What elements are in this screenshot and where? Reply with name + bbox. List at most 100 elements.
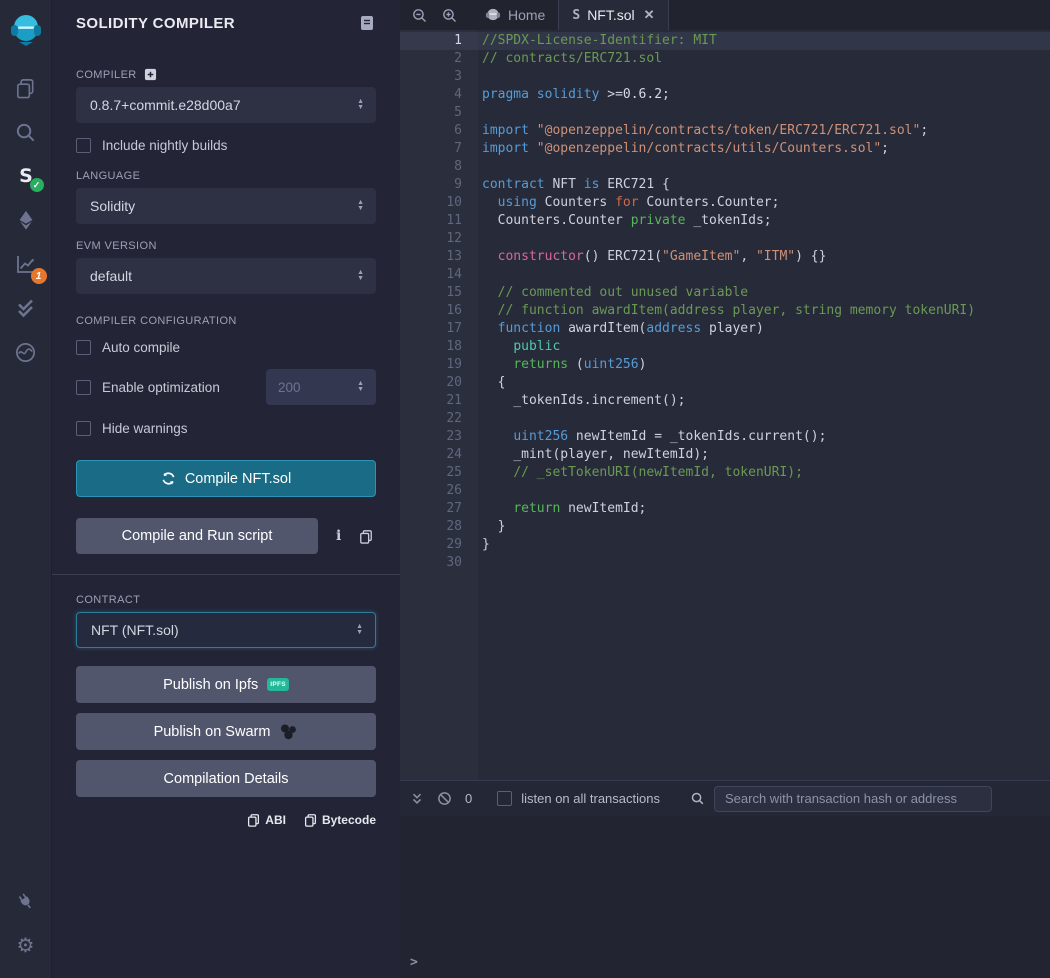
code-line[interactable]: 5 [400,104,1050,122]
code-line[interactable]: 18 public [400,338,1050,356]
code-line[interactable]: 21 _tokenIds.increment(); [400,392,1050,410]
chevron-updown-icon: ▲▼ [357,200,364,212]
code-line[interactable]: 25 // _setTokenURI(newItemId, tokenURI); [400,464,1050,482]
statistics-icon[interactable]: 1 [8,242,44,286]
close-tab-icon[interactable]: ✕ [644,7,655,23]
enable-optimization-label: Enable optimization [102,380,220,395]
enable-optimization-checkbox[interactable] [76,380,91,395]
collapse-terminal-icon[interactable] [410,792,424,806]
code-text [478,554,1050,572]
evm-version-select[interactable]: default ▲▼ [76,258,376,294]
code-line[interactable]: 6import "@openzeppelin/contracts/token/E… [400,122,1050,140]
code-text [478,482,1050,500]
line-number: 2 [400,50,478,68]
code-line[interactable]: 3 [400,68,1050,86]
code-line[interactable]: 22 [400,410,1050,428]
line-number: 9 [400,176,478,194]
code-line[interactable]: 9contract NFT is ERC721 { [400,176,1050,194]
code-line[interactable]: 4pragma solidity >=0.6.2; [400,86,1050,104]
transaction-search-input[interactable] [714,786,992,812]
code-line[interactable]: 19 returns (uint256) [400,356,1050,374]
code-text: returns (uint256) [478,356,1050,374]
code-text [478,158,1050,176]
add-compiler-icon[interactable] [144,68,157,81]
statistics-badge: 1 [31,268,47,284]
compilation-details-button[interactable]: Compilation Details [76,760,376,797]
code-line[interactable]: 26 [400,482,1050,500]
zoom-in-icon[interactable] [434,0,464,30]
compile-button[interactable]: Compile NFT.sol [76,460,376,497]
code-text: using Counters for Counters.Counter; [478,194,1050,212]
zoom-out-icon[interactable] [404,0,434,30]
plugin-manager-icon[interactable] [8,880,44,924]
code-line[interactable]: 10 using Counters for Counters.Counter; [400,194,1050,212]
nightly-builds-checkbox[interactable] [76,138,91,153]
search-icon[interactable] [8,110,44,154]
code-line[interactable]: 28 } [400,518,1050,536]
code-line[interactable]: 8 [400,158,1050,176]
info-icon[interactable]: i [336,528,341,544]
code-line[interactable]: 15 // commented out unused variable [400,284,1050,302]
clear-console-icon[interactable] [437,791,452,806]
language-select[interactable]: Solidity ▲▼ [76,188,376,224]
code-line[interactable]: 11 Counters.Counter private _tokenIds; [400,212,1050,230]
tab-nft-sol[interactable]: S NFT.sol ✕ [558,0,668,30]
side-panel: SOLIDITY COMPILER COMPILER [52,0,400,978]
docs-icon[interactable] [358,14,376,32]
code-line[interactable]: 13 constructor() ERC721("GameItem", "ITM… [400,248,1050,266]
code-line[interactable]: 20 { [400,374,1050,392]
line-number: 11 [400,212,478,230]
code-text: import "@openzeppelin/contracts/token/ER… [478,122,1050,140]
code-text: constructor() ERC721("GameItem", "ITM") … [478,248,1050,266]
remix-logo [9,13,43,47]
file-explorer-icon[interactable] [8,66,44,110]
evm-version-label: EVM VERSION [76,240,376,252]
line-number: 26 [400,482,478,500]
terminal-output[interactable]: > [400,816,1050,978]
remix-logo-icon[interactable] [8,6,44,54]
code-text: Counters.Counter private _tokenIds; [478,212,1050,230]
copy-abi-button[interactable]: ABI [247,813,286,827]
code-line[interactable]: 29} [400,536,1050,554]
copy-icon[interactable] [359,529,373,544]
listen-transactions-checkbox[interactable] [497,791,512,806]
compiler-version-select[interactable]: 0.8.7+commit.e28d00a7 ▲▼ [76,87,376,123]
publish-ipfs-button[interactable]: Publish on Ipfs IPFS [76,666,376,703]
unit-testing-icon[interactable] [8,286,44,330]
tab-home[interactable]: Home [472,0,558,30]
code-editor[interactable]: 1//SPDX-License-Identifier: MIT2// contr… [400,30,1050,780]
hide-warnings-label: Hide warnings [102,421,188,436]
settings-icon[interactable]: ⚙ [8,924,44,968]
terminal: 0 listen on all transactions > [400,780,1050,978]
copy-bytecode-button[interactable]: Bytecode [304,813,376,827]
optimization-runs-input[interactable]: 200 ▲▼ [266,369,376,405]
code-line[interactable]: 7import "@openzeppelin/contracts/utils/C… [400,140,1050,158]
publish-swarm-button[interactable]: Publish on Swarm [76,713,376,750]
line-number: 21 [400,392,478,410]
code-line[interactable]: 27 return newItemId; [400,500,1050,518]
compilation-details-label: Compilation Details [164,771,289,787]
code-line[interactable]: 14 [400,266,1050,284]
code-line[interactable]: 30 [400,554,1050,572]
analysis-icon[interactable] [8,330,44,374]
code-line[interactable]: 1//SPDX-License-Identifier: MIT [400,32,1050,50]
code-line[interactable]: 16 // function awardItem(address player,… [400,302,1050,320]
code-line[interactable]: 17 function awardItem(address player) [400,320,1050,338]
hide-warnings-checkbox[interactable] [76,421,91,436]
remix-logo-icon [485,7,501,23]
auto-compile-checkbox[interactable] [76,340,91,355]
code-text: pragma solidity >=0.6.2; [478,86,1050,104]
code-line[interactable]: 23 uint256 newItemId = _tokenIds.current… [400,428,1050,446]
contract-select[interactable]: NFT (NFT.sol) ▲▼ [76,612,376,648]
solidity-compiler-icon[interactable]: S ✓ [8,154,44,198]
code-line[interactable]: 2// contracts/ERC721.sol [400,50,1050,68]
code-line[interactable]: 24 _mint(player, newItemId); [400,446,1050,464]
contract-value: NFT (NFT.sol) [91,622,179,638]
code-text: // commented out unused variable [478,284,1050,302]
line-number: 20 [400,374,478,392]
compile-and-run-button[interactable]: Compile and Run script [76,518,318,554]
publish-ipfs-label: Publish on Ipfs [163,677,258,693]
code-line[interactable]: 12 [400,230,1050,248]
deploy-run-icon[interactable] [8,198,44,242]
contract-section: CONTRACT NFT (NFT.sol) ▲▼ Publish on Ipf… [52,575,400,978]
